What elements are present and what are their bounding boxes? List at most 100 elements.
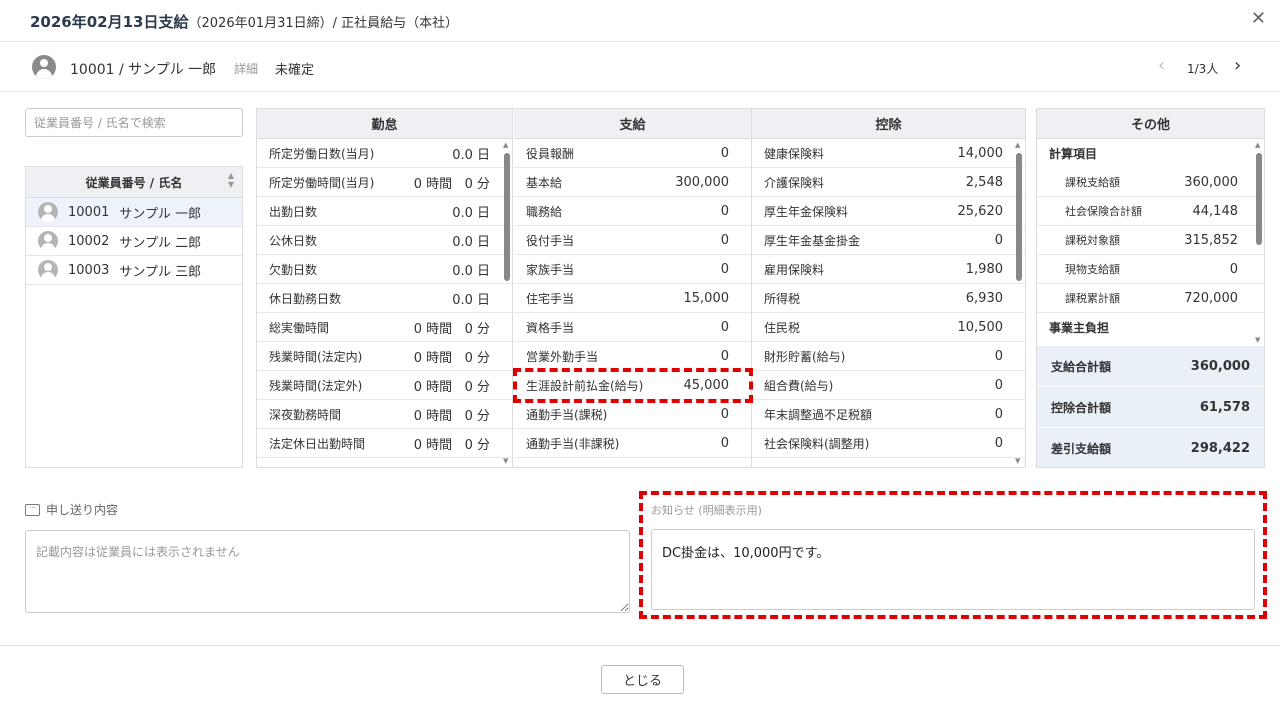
total-label: 支給合計額 bbox=[1051, 359, 1112, 374]
row-label: 資格手当 bbox=[526, 320, 575, 335]
row-label: 出勤日数 bbox=[269, 204, 318, 219]
next-icon[interactable]: › bbox=[1234, 55, 1241, 76]
row-value: 0 bbox=[994, 232, 1003, 248]
table-row: 組合費(給与) 0 bbox=[752, 371, 1025, 400]
total-row: 控除合計額 61,578 bbox=[1037, 387, 1264, 428]
table-row: 社会保険合計額 44,148 bbox=[1037, 197, 1264, 226]
row-label: 現物支給額 bbox=[1065, 263, 1120, 276]
list-item[interactable]: 10003 サンプル 三郎 bbox=[26, 256, 242, 285]
table-row: 通勤手当(課税) 0 bbox=[514, 400, 751, 429]
row-label: 社会保険料(調整用) bbox=[764, 436, 870, 451]
pager: 1/3人 bbox=[1187, 62, 1219, 76]
row-value: 0 bbox=[994, 435, 1003, 451]
highlight-box bbox=[513, 368, 753, 403]
row-value: 360,000 bbox=[1184, 174, 1238, 190]
memo-label: ··· 申し送り内容 bbox=[25, 501, 118, 518]
table-row: 介護保険料 2,548 bbox=[752, 168, 1025, 197]
employee-id: 10002 bbox=[68, 233, 110, 249]
row-value: 0.0 日 bbox=[452, 147, 490, 163]
row-label: 深夜勤務時間 bbox=[269, 407, 342, 422]
table-row: 基本給 300,000 bbox=[514, 168, 751, 197]
table-row: 健康保険料 14,000 bbox=[752, 139, 1025, 168]
table-row: 法定休日出勤時間 0 時間 0 分 bbox=[257, 429, 512, 458]
other-scrollbar[interactable]: ▲ ▼ bbox=[1255, 141, 1263, 344]
memo-textarea[interactable] bbox=[25, 530, 630, 613]
list-item[interactable]: 10001 サンプル 一郎 bbox=[26, 198, 242, 227]
payslip-table: 勤怠 所定労働日数(当月) 0.0 日所定労働時間(当月) 0 時間 0 分出勤日数 0… bbox=[256, 108, 1026, 468]
total-label: 差引支給額 bbox=[1051, 441, 1112, 456]
employee-bar: 10001 / サンプル 一郎 詳細 未確定 ‹ 1/3人 › bbox=[0, 42, 1280, 92]
avatar bbox=[38, 231, 58, 251]
row-value: 10,500 bbox=[957, 319, 1004, 335]
table-row: 雇用保険料 1,980 bbox=[752, 255, 1025, 284]
footer-divider bbox=[0, 645, 1280, 646]
row-label: 営業外勤手当 bbox=[526, 349, 599, 364]
sort-icon[interactable]: ▲ ▼ bbox=[228, 171, 234, 189]
status-badge: 未確定 bbox=[275, 63, 315, 78]
row-label: 休日勤務日数 bbox=[269, 291, 342, 306]
employee-list-header[interactable]: 従業員番号 / 氏名 ▲ ▼ bbox=[26, 167, 242, 198]
prev-icon[interactable]: ‹ bbox=[1158, 55, 1165, 76]
row-value: 720,000 bbox=[1184, 290, 1238, 306]
row-label: 課税支給額 bbox=[1065, 176, 1120, 189]
table-row: 総実働時間 0 時間 0 分 bbox=[257, 313, 512, 342]
row-value: 0 bbox=[720, 232, 729, 248]
row-value: 0 bbox=[720, 348, 729, 364]
row-label: 残業時間(法定内) bbox=[269, 349, 363, 364]
title-main: 2026年02月13日支給 bbox=[30, 13, 189, 31]
comment-icon: ··· bbox=[25, 503, 40, 516]
table-row: 役員報酬 0 bbox=[514, 139, 751, 168]
attendance-scrollbar[interactable]: ▲ ▼ bbox=[503, 141, 511, 465]
title-sub: （2026年01月31日締）/ 正社員給与（本社） bbox=[188, 16, 459, 31]
row-value: 0 時間 0 分 bbox=[413, 350, 490, 366]
row-label: 所得税 bbox=[764, 291, 801, 306]
row-value: 0 bbox=[720, 406, 729, 422]
row-value: 0.0 日 bbox=[452, 292, 490, 308]
row-value: 2,548 bbox=[965, 174, 1003, 190]
row-label: 通勤手当(課税) bbox=[526, 407, 608, 422]
list-item[interactable]: 10002 サンプル 二郎 bbox=[26, 227, 242, 256]
other-list: 計算項目 課税支給額 360,000 社会保険合計額 44,148 課税対象額 315,85… bbox=[1037, 139, 1264, 346]
close-button[interactable]: とじる bbox=[601, 665, 684, 694]
row-value: 315,852 bbox=[1184, 232, 1238, 248]
detail-link[interactable]: 詳細 bbox=[234, 60, 258, 77]
total-row: 支給合計額 360,000 bbox=[1037, 346, 1264, 387]
row-value: 0 bbox=[1229, 261, 1238, 277]
table-row: 深夜勤務時間 0 時間 0 分 bbox=[257, 400, 512, 429]
row-label: 所定労働日数(当月) bbox=[269, 146, 375, 161]
employee-id: 10001 bbox=[68, 204, 110, 220]
employee-list: 従業員番号 / 氏名 ▲ ▼ 10001 サンプル 一郎 10002 サンプル 二郎 1… bbox=[25, 166, 243, 468]
row-label: 厚生年金基金掛金 bbox=[764, 233, 861, 248]
deduction-header: 控除 bbox=[752, 109, 1025, 139]
other-panel: その他 計算項目 課税支給額 360,000 社会保険合計額 44,148 課税対象額 31… bbox=[1036, 108, 1265, 468]
row-value: 0 時間 0 分 bbox=[413, 176, 490, 192]
row-label: 財形貯蓄(給与) bbox=[764, 349, 846, 364]
totals: 支給合計額 360,000 控除合計額 61,578 差引支給額 298,422 bbox=[1037, 346, 1264, 467]
dialog-title: 2026年02月13日支給（2026年01月31日締）/ 正社員給与（本社） bbox=[30, 11, 458, 32]
row-value: 0 bbox=[994, 348, 1003, 364]
search-input[interactable] bbox=[25, 108, 243, 137]
employee-name: サンプル 二郎 bbox=[119, 235, 202, 251]
row-label: 通勤手当(非課税) bbox=[526, 436, 620, 451]
highlight-box bbox=[639, 491, 1267, 619]
table-row: 所定労働時間(当月) 0 時間 0 分 bbox=[257, 168, 512, 197]
table-row: 家族手当 0 bbox=[514, 255, 751, 284]
attendance-column: 勤怠 所定労働日数(当月) 0.0 日所定労働時間(当月) 0 時間 0 分出勤日数 0… bbox=[257, 109, 513, 467]
table-row: 現物支給額 0 bbox=[1037, 255, 1264, 284]
row-label: 役員報酬 bbox=[526, 146, 575, 161]
row-label: 公休日数 bbox=[269, 233, 318, 248]
table-row: 資格手当 0 bbox=[514, 313, 751, 342]
close-icon[interactable]: ✕ bbox=[1251, 8, 1266, 29]
row-value: 0 時間 0 分 bbox=[413, 379, 490, 395]
row-label: 住宅手当 bbox=[526, 291, 575, 306]
table-row: 社会保険料(調整用) 0 bbox=[752, 429, 1025, 458]
row-label: 健康保険料 bbox=[764, 146, 825, 161]
table-row: 課税累計額 720,000 bbox=[1037, 284, 1264, 313]
row-label: 残業時間(法定外) bbox=[269, 378, 363, 393]
row-value: 15,000 bbox=[683, 290, 730, 306]
memo-label-text: 申し送り内容 bbox=[46, 503, 119, 517]
table-row: 厚生年金保険料 25,620 bbox=[752, 197, 1025, 226]
table-scrollbar[interactable]: ▲ ▼ bbox=[1015, 141, 1023, 465]
row-label: 家族手当 bbox=[526, 262, 575, 277]
row-value: 0 bbox=[720, 319, 729, 335]
